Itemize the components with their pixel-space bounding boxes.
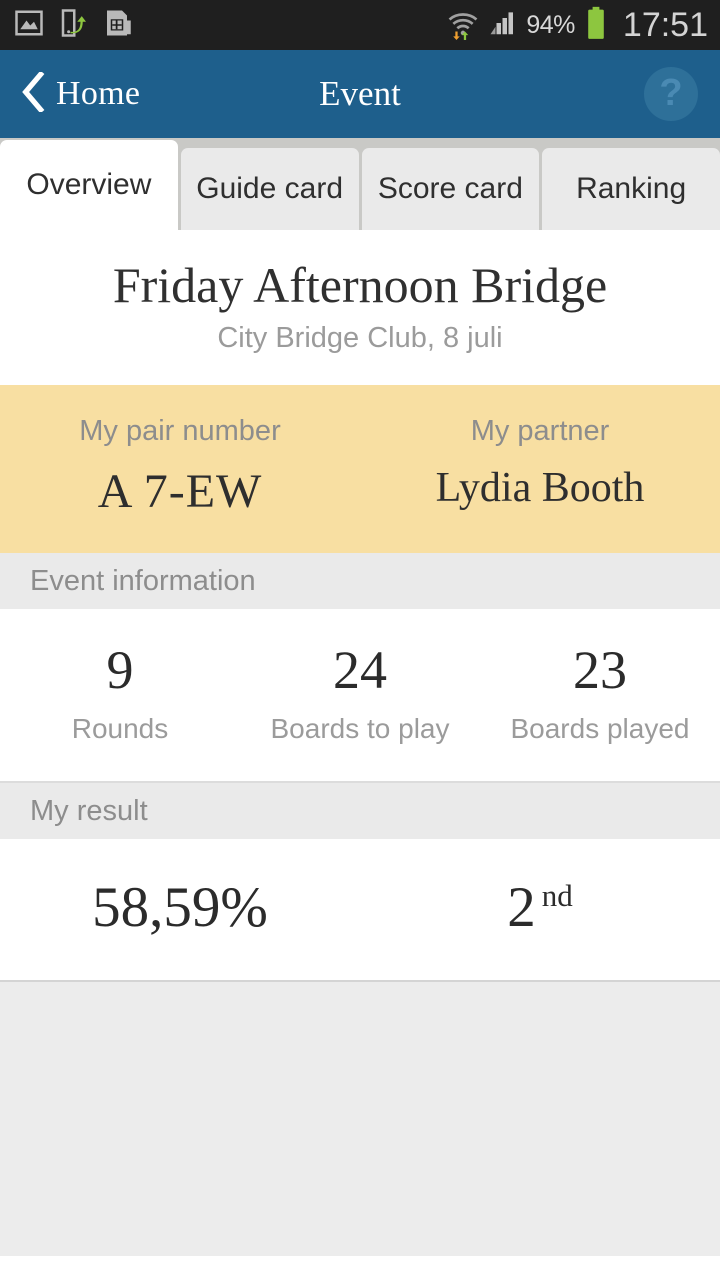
my-result-rank: 2nd (507, 876, 573, 939)
question-mark-icon: ? (659, 72, 683, 114)
stat-boards-played: 23 Boards played (480, 643, 720, 745)
android-status-bar: 94% 17:51 (0, 0, 720, 50)
tab-ranking[interactable]: Ranking (542, 148, 720, 230)
wifi-icon (446, 6, 480, 45)
chevron-left-icon (20, 70, 46, 117)
tab-bar: Overview Guide card Score card Ranking (0, 138, 720, 230)
status-right-icons: 94% 17:51 (446, 6, 708, 45)
my-result-rank-number: 2 (507, 876, 536, 939)
tab-score-card[interactable]: Score card (361, 148, 540, 230)
my-result-values: 58,59% 2nd (0, 839, 720, 982)
my-pair-number-caption: My pair number (79, 415, 281, 447)
smart-switch-icon (58, 8, 88, 43)
action-bar: Home Event ? (0, 50, 720, 138)
my-result-rank-block: 2nd (360, 879, 720, 936)
tab-ranking-label: Ranking (576, 172, 687, 205)
my-result-score-block: 58,59% (0, 879, 360, 936)
pair-panel: My pair number A 7-EW My partner Lydia B… (0, 385, 720, 553)
tab-guide-card-label: Guide card (196, 172, 343, 205)
event-header: Friday Afternoon Bridge City Bridge Club… (0, 230, 720, 385)
my-result-header-label: My result (30, 794, 148, 827)
my-pair-number-value: A 7-EW (97, 465, 263, 518)
stat-boards-played-label: Boards played (510, 713, 690, 744)
status-left-icons (14, 8, 132, 43)
my-result-header: My result (0, 783, 720, 839)
screenshot-icon (14, 8, 44, 43)
sim-card-icon (102, 8, 132, 43)
stat-boards-to-play: 24 Boards to play (240, 643, 480, 745)
stat-boards-to-play-label: Boards to play (270, 713, 450, 744)
back-label: Home (56, 75, 141, 112)
my-result-score: 58,59% (92, 876, 268, 939)
stat-rounds: 9 Rounds (0, 643, 240, 745)
event-title: Friday Afternoon Bridge (112, 257, 608, 313)
battery-percent-label: 94% (526, 10, 575, 39)
tab-guide-card[interactable]: Guide card (180, 148, 359, 230)
tab-overview-label: Overview (26, 168, 152, 201)
empty-area (0, 982, 720, 1256)
event-information-header-label: Event information (30, 564, 256, 597)
event-information-stats: 9 Rounds 24 Boards to play 23 Boards pla… (0, 609, 720, 783)
overview-content: Friday Afternoon Bridge City Bridge Club… (0, 230, 720, 1256)
battery-icon (583, 6, 609, 45)
back-to-home-button[interactable]: Home (0, 50, 140, 138)
clock-label: 17:51 (622, 5, 708, 44)
stat-boards-to-play-value: 24 (333, 640, 387, 700)
stat-rounds-label: Rounds (71, 713, 169, 744)
my-partner-value: Lydia Booth (435, 465, 645, 511)
event-information-header: Event information (0, 553, 720, 609)
tab-overview[interactable]: Overview (0, 140, 178, 230)
my-partner-caption: My partner (470, 415, 610, 447)
my-partner-block: My partner Lydia Booth (360, 415, 720, 519)
my-pair-number-block: My pair number A 7-EW (0, 415, 360, 519)
stat-boards-played-value: 23 (573, 640, 627, 700)
tab-score-card-label: Score card (377, 172, 523, 205)
my-result-rank-suffix: nd (541, 878, 573, 913)
signal-bars-icon (488, 8, 518, 43)
event-subtitle: City Bridge Club, 8 juli (217, 322, 503, 354)
stat-rounds-value: 9 (106, 640, 134, 700)
help-button[interactable]: ? (644, 67, 698, 121)
